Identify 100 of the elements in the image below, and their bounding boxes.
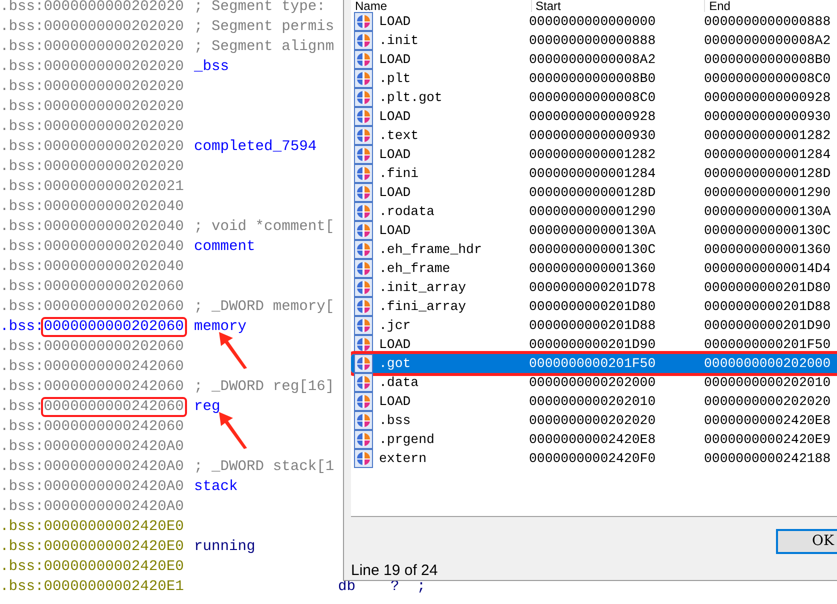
start-address: 0000000000202020 xyxy=(528,412,657,430)
end-address: 00000000002420E9 xyxy=(703,430,831,449)
address: 00000000002420E1 xyxy=(44,578,184,597)
label-name: stack xyxy=(194,478,239,497)
segment-row[interactable]: LOAD 000000000000130A 000000000000130C xyxy=(351,221,837,240)
segment-name: .eh_frame xyxy=(379,260,450,278)
segment-row[interactable]: LOAD 0000000000001282 0000000000001284 xyxy=(351,145,837,164)
segment-prefix: .bss: xyxy=(0,198,44,217)
end-address: 000000000000128D xyxy=(703,164,831,183)
segment-row[interactable]: .text 0000000000000930 0000000000001282 xyxy=(351,126,837,145)
comment-text: ; Segment alignm xyxy=(194,38,336,57)
address: 0000000000202020 xyxy=(44,0,184,17)
segment-prefix: .bss: xyxy=(0,178,44,197)
segment-prefix: .bss: xyxy=(0,458,44,477)
segment-icon xyxy=(354,354,373,373)
end-address: 0000000000001360 xyxy=(703,240,831,259)
segment-name: LOAD xyxy=(379,222,411,240)
segment-row[interactable]: extern 00000000002420F0 0000000000242188 xyxy=(351,449,837,468)
segment-icon xyxy=(354,297,373,316)
segment-row[interactable]: .init_array 0000000000201D78 0000000000201D80 xyxy=(351,278,837,297)
segment-name: .text xyxy=(379,126,419,145)
address: 0000000000202020 xyxy=(44,78,184,97)
end-address: 0000000000202000 xyxy=(703,354,831,373)
segment-row[interactable]: .data 0000000000202000 0000000000202010 xyxy=(351,373,837,392)
segment-icon xyxy=(354,107,373,126)
segment-row[interactable]: .plt.got 00000000000008C0 0000000000000928 xyxy=(351,88,837,107)
segment-prefix: .bss: xyxy=(0,38,44,57)
segment-prefix: .bss: xyxy=(0,338,44,357)
segment-row[interactable]: .eh_frame 0000000000001360 00000000000014D4 xyxy=(351,259,837,278)
segment-icon xyxy=(354,240,373,259)
segment-name: .data xyxy=(379,374,419,392)
segment-icon xyxy=(354,202,373,221)
segment-row[interactable]: LOAD 0000000000000000 0000000000000888 xyxy=(351,12,837,31)
start-address: 0000000000001360 xyxy=(528,260,657,278)
status-text: Line 19 of 24 xyxy=(351,561,438,581)
segment-name: .got xyxy=(379,354,411,373)
ok-button[interactable]: OK xyxy=(776,529,837,554)
comment-text: ; Segment permis xyxy=(194,18,336,37)
segment-row[interactable]: LOAD 00000000000008A2 00000000000008B0 xyxy=(351,50,837,69)
comment-text: ; _DWORD stack[1 xyxy=(194,458,336,477)
segment-row[interactable]: .got 0000000000201F50 0000000000202000 xyxy=(351,354,837,373)
start-address: 0000000000202010 xyxy=(528,392,657,411)
column-header[interactable]: Start xyxy=(530,0,704,12)
segment-name: .eh_frame_hdr xyxy=(379,240,482,259)
address: 0000000000202040 xyxy=(44,238,184,257)
address: 00000000002420A0 xyxy=(44,438,184,457)
segment-row[interactable]: .jcr 0000000000201D88 0000000000201D90 xyxy=(351,316,837,335)
segment-row[interactable]: LOAD 0000000000000928 0000000000000930 xyxy=(351,107,837,126)
segment-row[interactable]: .bss 0000000000202020 00000000002420E8 xyxy=(351,411,837,430)
column-header[interactable]: End xyxy=(704,0,837,12)
segment-prefix: .bss: xyxy=(0,238,44,257)
segment-prefix: .bss: xyxy=(0,538,44,557)
segment-prefix: .bss: xyxy=(0,438,44,457)
segment-row[interactable]: .prgend 00000000002420E8 00000000002420E9 xyxy=(351,430,837,449)
end-address: 00000000000008A2 xyxy=(703,32,831,50)
segment-prefix: .bss: xyxy=(0,578,44,597)
segment-row[interactable]: .plt 00000000000008B0 00000000000008C0 xyxy=(351,69,837,88)
segment-row[interactable]: LOAD 0000000000202010 0000000000202020 xyxy=(351,392,837,411)
segment-row[interactable]: .eh_frame_hdr 000000000000130C 0000000000001360 xyxy=(351,240,837,259)
segment-row[interactable]: LOAD 000000000000128D 0000000000001290 xyxy=(351,183,837,202)
segment-row[interactable]: .rodata 0000000000001290 000000000000130A xyxy=(351,202,837,221)
segment-name: .bss xyxy=(379,412,411,430)
segment-prefix: .bss: xyxy=(0,498,44,517)
start-address: 0000000000000928 xyxy=(528,108,657,126)
segment-icon xyxy=(354,259,373,278)
segment-prefix: .bss: xyxy=(0,158,44,177)
end-address: 0000000000201F50 xyxy=(703,336,831,354)
segment-name: LOAD xyxy=(379,108,411,126)
end-address: 0000000000000930 xyxy=(703,108,831,126)
segment-icon xyxy=(354,50,373,69)
start-address: 0000000000201D88 xyxy=(528,316,657,335)
segment-name: .prgend xyxy=(379,430,434,449)
address: 0000000000242060 xyxy=(40,397,187,417)
start-address: 00000000002420F0 xyxy=(528,450,657,468)
segment-prefix: .bss: xyxy=(0,98,44,117)
start-address: 00000000000008B0 xyxy=(528,70,657,88)
address: 0000000000202020 xyxy=(44,58,184,77)
end-address: 0000000000201D88 xyxy=(703,298,831,316)
start-address: 0000000000001284 xyxy=(528,164,657,183)
start-address: 0000000000000888 xyxy=(528,32,657,50)
address: 0000000000242060 xyxy=(44,358,184,377)
segment-icon xyxy=(354,88,373,107)
start-address: 0000000000201D80 xyxy=(528,298,657,316)
column-header[interactable]: Name xyxy=(351,0,531,12)
address: 0000000000202020 xyxy=(44,18,184,37)
start-address: 000000000000130C xyxy=(528,240,657,259)
start-address: 000000000000130A xyxy=(528,222,657,240)
start-address: 00000000002420E8 xyxy=(528,430,657,449)
end-address: 0000000000001290 xyxy=(703,184,831,202)
segment-row[interactable]: .init 0000000000000888 00000000000008A2 xyxy=(351,31,837,50)
address: 0000000000202060 xyxy=(44,298,184,317)
segment-prefix: .bss: xyxy=(0,418,44,437)
segment-row[interactable]: .fini_array 0000000000201D80 0000000000201D88 xyxy=(351,297,837,316)
segment-prefix: .bss: xyxy=(0,558,44,577)
address: 00000000002420A0 xyxy=(44,498,184,517)
segment-name: .plt xyxy=(379,70,411,88)
segment-name: .init xyxy=(379,32,419,50)
segment-name: .rodata xyxy=(379,202,434,221)
segment-icon xyxy=(354,449,373,468)
segment-row[interactable]: .fini 0000000000001284 000000000000128D xyxy=(351,164,837,183)
